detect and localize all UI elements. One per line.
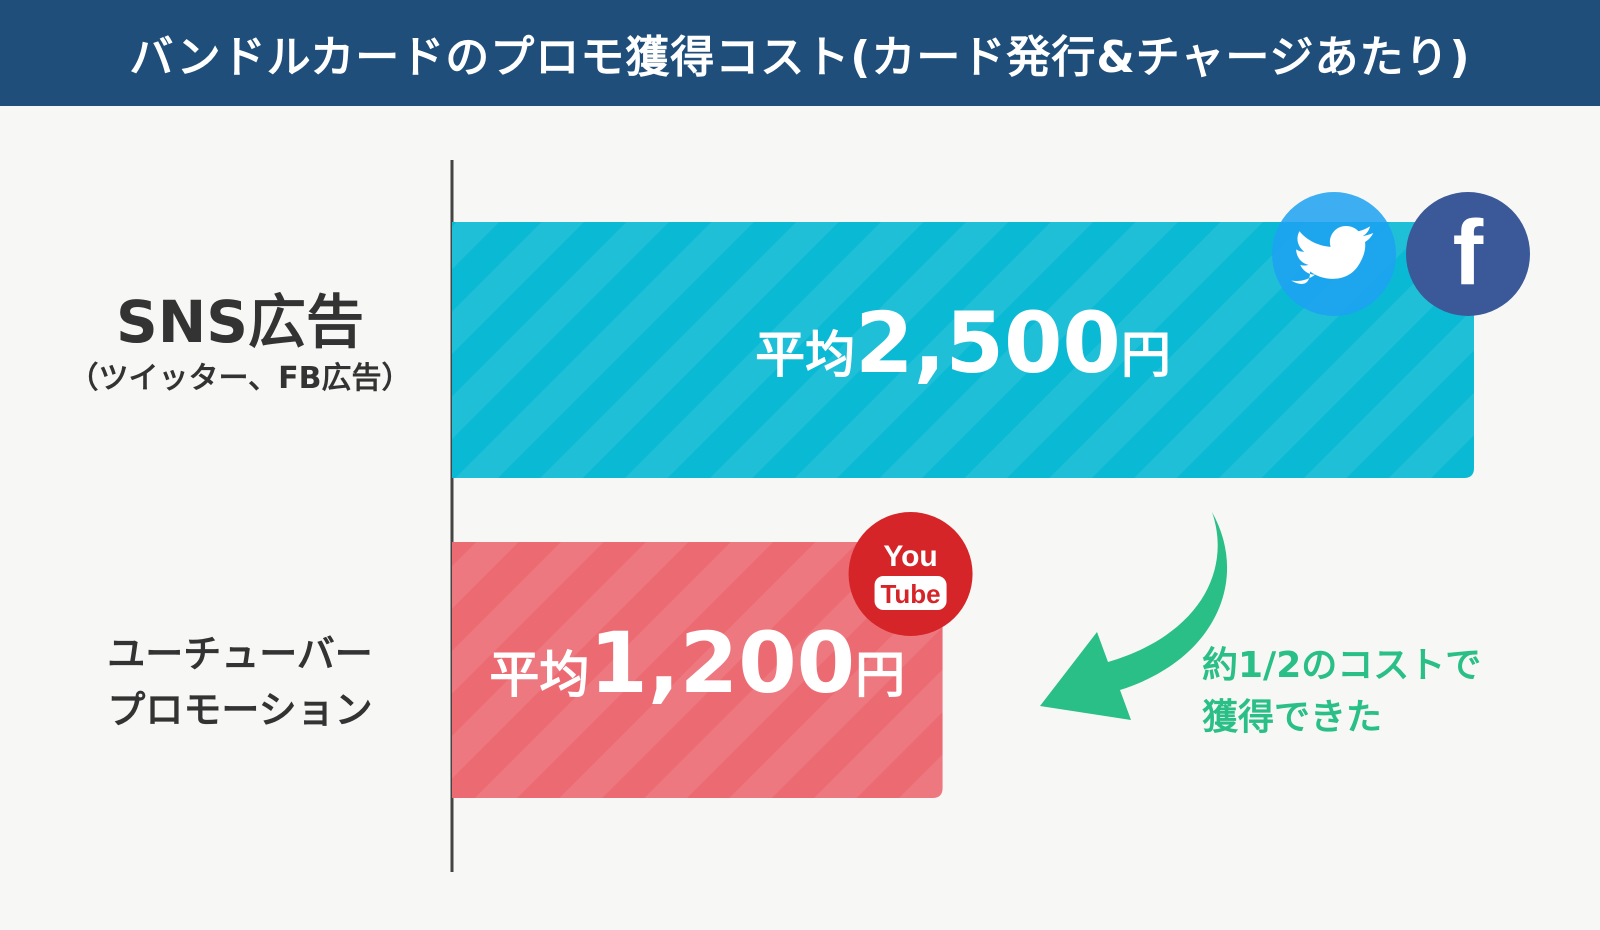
reduction-arrow: [1040, 512, 1228, 720]
arrow-group: [1040, 512, 1228, 720]
data-label-unit-1: 円: [1121, 326, 1171, 384]
annotation-line-1: 約1/2のコストで: [1202, 645, 1482, 686]
data-label-unit-2: 円: [855, 646, 905, 704]
youtube-icon-text-top: You: [883, 540, 937, 573]
svg-text:f: f: [1453, 202, 1484, 304]
data-label-number-2: 1,200: [589, 614, 855, 712]
facebook-icon: f: [1406, 192, 1530, 316]
bar-chart: 平均2,500円平均1,200円 fYouTube: [450, 160, 1530, 872]
infographic-page: バンドルカードのプロモ獲得コスト(カード発行&チャージあたり) SNS広告 （ツ…: [0, 0, 1600, 930]
youtube-icon-text-bottom: Tube: [880, 579, 940, 609]
annotation-line-2: 獲得できた: [1202, 697, 1383, 738]
data-label-prefix-2: 平均: [489, 646, 589, 704]
reduction-arrow-shape: [1040, 512, 1228, 720]
twitter-icon: [1272, 192, 1396, 316]
data-label-prefix-1: 平均: [755, 326, 855, 384]
data-label-number-1: 2,500: [855, 294, 1121, 392]
youtube-icon: You Tube: [848, 512, 973, 636]
annotation-text: 約1/2のコストで 獲得できた: [1202, 640, 1481, 744]
